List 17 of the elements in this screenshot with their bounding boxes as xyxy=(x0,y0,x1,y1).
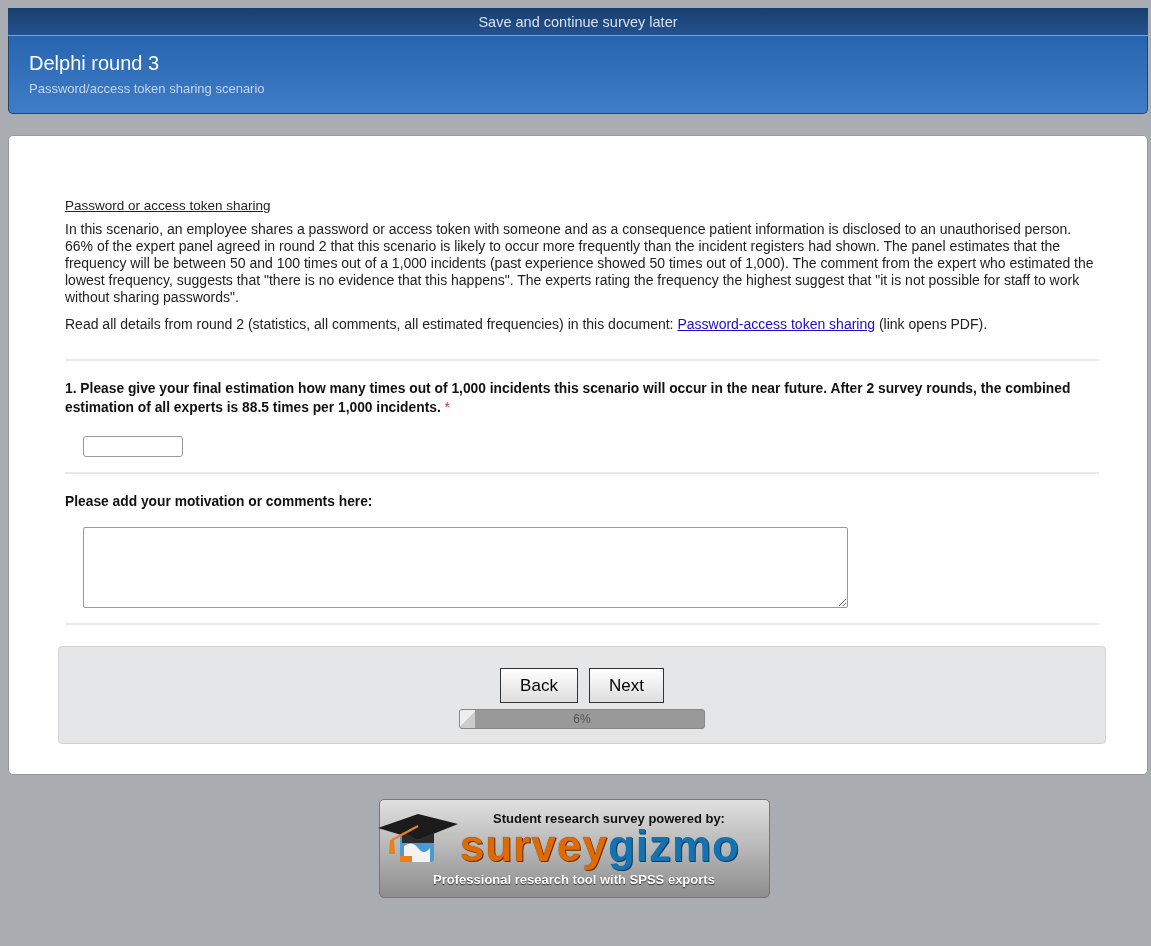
back-button[interactable]: Back xyxy=(500,668,578,703)
survey-title: Delphi round 3 xyxy=(29,52,161,75)
scenario-paragraph: In this scenario, an employee shares a password or access token with someone and as a consequence patient information is disclosed to an unauthorised person. 66% of the expert panel agreed in round 2 that this scenario is likely to occur more frequently than the incident registers had shown. The panel estimates that the frequency will be between 50 and 100 times out of a 1,000 incidents (past experience showed 50 times out of 1,000). The comment from the expert who estimated the lowest frequency, suggests that "there is no evidence that this happens". The experts rating the frequency the highest suggest that "it is not possible for staff to work without sharing passwords". xyxy=(65,221,1095,306)
survey-subtitle: Password/access token sharing scenario xyxy=(29,81,266,96)
badge-tagline: Professional research tool with SPSS exports xyxy=(433,872,715,887)
save-later-link[interactable]: Save and continue survey later xyxy=(478,13,678,30)
comment-field[interactable] xyxy=(83,527,848,608)
badge-caption: Student research survey powered by: xyxy=(493,811,725,826)
next-button[interactable]: Next xyxy=(588,668,664,703)
section-heading: Password or access token sharing xyxy=(65,198,272,213)
details-paragraph: Read all details from round 2 (statistics, all comments, all estimated frequencies) in this document: Password-access token sharing (link opens PDF). xyxy=(65,316,989,333)
question-label: Please add your motivation or comments here: xyxy=(65,493,374,511)
number-field[interactable] xyxy=(83,436,183,457)
progress-reading: 6% xyxy=(573,712,591,726)
question-label: 1. Please give your final estimation how many times out of 1,000 incidents this scenario will occur in the near future. After 2 survey rounds, the combined estimation of all experts is 88.5 times per 1,000 incidents. * xyxy=(65,380,1072,417)
document-link[interactable]: Password-access token sharing xyxy=(677,316,876,332)
powered-by-badge[interactable]: Student research survey powered by: surveygizmo Professional research tool with SPSS exports xyxy=(378,799,770,898)
